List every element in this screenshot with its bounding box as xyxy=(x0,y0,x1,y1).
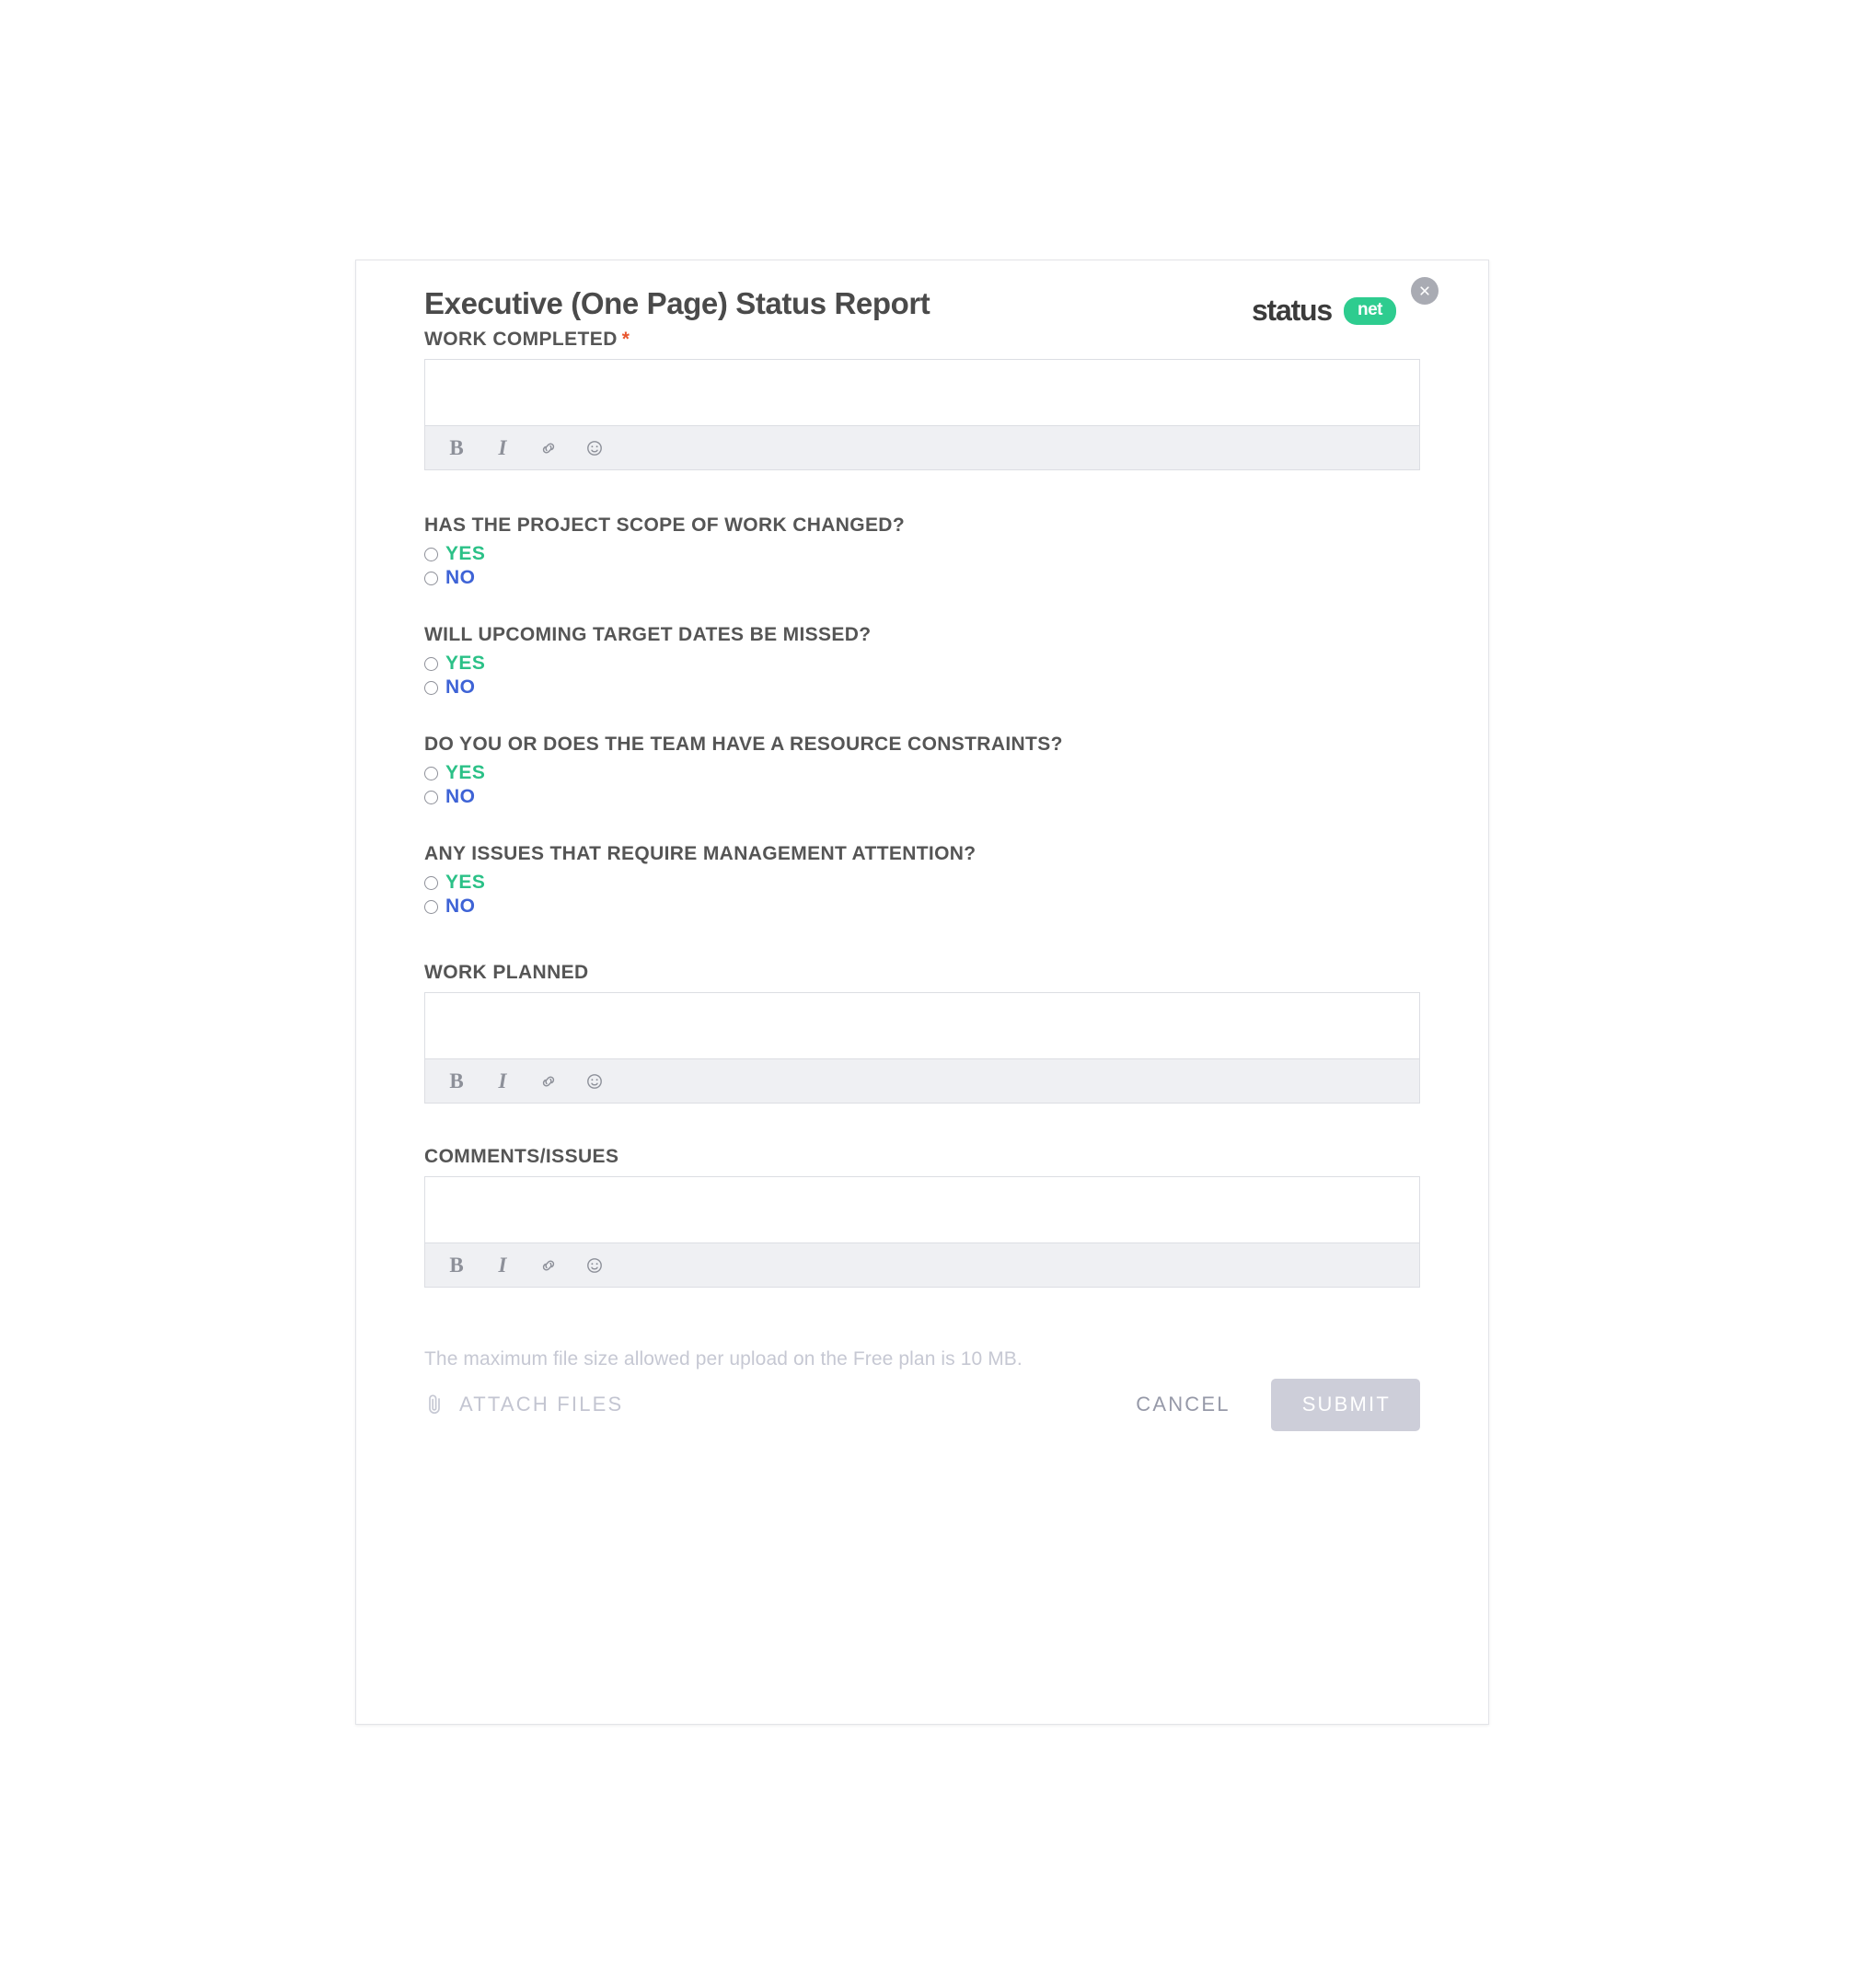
radio-option-label: NO xyxy=(445,676,476,698)
required-asterisk: * xyxy=(621,329,630,350)
italic-icon[interactable]: I xyxy=(491,436,514,459)
radio-circle-icon[interactable] xyxy=(424,790,438,804)
radio-option-yes[interactable]: YES xyxy=(424,762,1453,784)
emoji-icon[interactable] xyxy=(584,1254,606,1277)
radio-circle-icon[interactable] xyxy=(424,547,438,561)
radio-option-label: YES xyxy=(445,762,486,783)
page-background: Executive (One Page) Status Report statu… xyxy=(0,0,1849,1988)
modal-actions: ATTACH FILES CANCEL SUBMIT xyxy=(424,1370,1420,1439)
brand-logo: status net xyxy=(1252,294,1396,328)
modal-body: Executive (One Page) Status Report statu… xyxy=(356,260,1488,1724)
work-planned-input[interactable] xyxy=(425,993,1419,1059)
radio-circle-icon[interactable] xyxy=(424,875,438,890)
radio-option-no[interactable]: NO xyxy=(424,676,1453,699)
radio-circle-icon[interactable] xyxy=(424,899,438,914)
comments-issues-label: COMMENTS/ISSUES xyxy=(424,1146,619,1167)
question-text: WILL UPCOMING TARGET DATES BE MISSED? xyxy=(424,624,872,645)
question-block: WILL UPCOMING TARGET DATES BE MISSED? YE… xyxy=(424,624,1453,699)
work-planned-editor: B I xyxy=(424,992,1420,1104)
link-icon[interactable] xyxy=(537,1254,560,1277)
link-icon[interactable] xyxy=(537,437,560,459)
work-planned-label: WORK PLANNED xyxy=(424,962,589,983)
radio-option-no[interactable]: NO xyxy=(424,786,1453,808)
work-planned-toolbar: B I xyxy=(425,1059,1419,1103)
question-text: DO YOU OR DOES THE TEAM HAVE A RESOURCE … xyxy=(424,734,1063,755)
comments-issues-toolbar: B I xyxy=(425,1243,1419,1287)
radio-option-label: YES xyxy=(445,653,486,674)
work-completed-editor: B I xyxy=(424,359,1420,470)
radio-option-label: YES xyxy=(445,543,486,564)
question-block: HAS THE PROJECT SCOPE OF WORK CHANGED? Y… xyxy=(424,514,1453,589)
work-completed-toolbar: B I xyxy=(425,426,1419,469)
radio-option-label: NO xyxy=(445,896,476,917)
work-completed-label-text: WORK COMPLETED xyxy=(424,329,618,350)
radio-circle-icon[interactable] xyxy=(424,680,438,695)
question-text: ANY ISSUES THAT REQUIRE MANAGEMENT ATTEN… xyxy=(424,843,977,864)
radio-option-yes[interactable]: YES xyxy=(424,543,1453,565)
radio-option-label: NO xyxy=(445,786,476,807)
modal-header: Executive (One Page) Status Report statu… xyxy=(391,260,1453,329)
primary-actions: CANCEL SUBMIT xyxy=(1130,1378,1420,1431)
work-completed-label: WORK COMPLETED * xyxy=(424,329,1453,351)
radio-option-no[interactable]: NO xyxy=(424,896,1453,918)
radio-option-yes[interactable]: YES xyxy=(424,653,1453,675)
radio-circle-icon[interactable] xyxy=(424,571,438,585)
radio-option-label: NO xyxy=(445,567,476,588)
question-block: DO YOU OR DOES THE TEAM HAVE A RESOURCE … xyxy=(424,734,1453,808)
status-report-modal: Executive (One Page) Status Report statu… xyxy=(355,260,1489,1725)
cancel-button[interactable]: CANCEL xyxy=(1130,1392,1235,1417)
italic-icon[interactable]: I xyxy=(491,1069,514,1092)
submit-button[interactable]: SUBMIT xyxy=(1270,1378,1420,1431)
bold-icon[interactable]: B xyxy=(445,1069,468,1092)
attach-files-button[interactable]: ATTACH FILES xyxy=(424,1393,623,1416)
radio-option-no[interactable]: NO xyxy=(424,567,1453,589)
paperclip-icon xyxy=(424,1393,446,1416)
question-text: HAS THE PROJECT SCOPE OF WORK CHANGED? xyxy=(424,514,905,536)
emoji-icon[interactable] xyxy=(584,437,606,459)
question-block: ANY ISSUES THAT REQUIRE MANAGEMENT ATTEN… xyxy=(424,843,1453,918)
brand-pill-net: net xyxy=(1344,296,1396,325)
bold-icon[interactable]: B xyxy=(445,436,468,459)
link-icon[interactable] xyxy=(537,1070,560,1092)
work-completed-input[interactable] xyxy=(425,360,1419,426)
page-title: Executive (One Page) Status Report xyxy=(424,286,930,320)
radio-option-label: YES xyxy=(445,872,486,893)
radio-option-yes[interactable]: YES xyxy=(424,872,1453,894)
radio-circle-icon[interactable] xyxy=(424,656,438,671)
emoji-icon[interactable] xyxy=(584,1070,606,1092)
brand-wordmark: status xyxy=(1251,294,1333,327)
close-icon[interactable] xyxy=(1411,277,1439,305)
file-size-note: The maximum file size allowed per upload… xyxy=(424,1348,1023,1370)
italic-icon[interactable]: I xyxy=(491,1254,514,1277)
attach-files-label: ATTACH FILES xyxy=(459,1393,624,1416)
comments-issues-editor: B I xyxy=(424,1176,1420,1288)
radio-circle-icon[interactable] xyxy=(424,766,438,780)
comments-issues-input[interactable] xyxy=(425,1177,1419,1243)
bold-icon[interactable]: B xyxy=(445,1254,468,1277)
